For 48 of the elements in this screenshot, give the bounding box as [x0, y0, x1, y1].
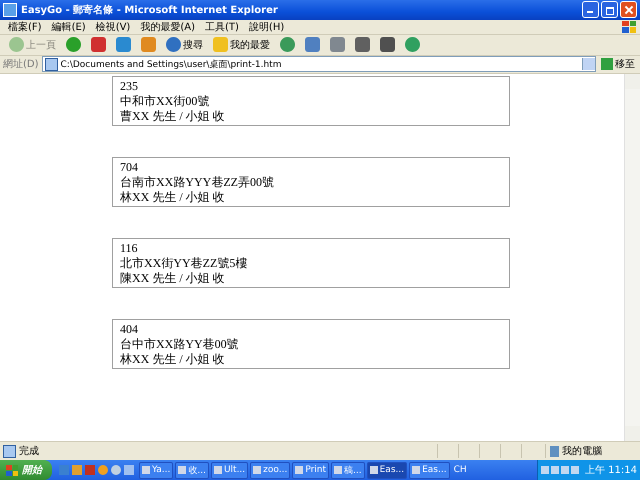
mail-button[interactable]: [302, 34, 323, 55]
taskbar-button[interactable]: Print: [292, 462, 330, 478]
taskbar-button[interactable]: Ya...: [139, 462, 174, 478]
menu-item[interactable]: 編輯(E): [52, 20, 86, 34]
go-button[interactable]: 移至: [599, 57, 637, 72]
window-title: EasyGo - 郵寄名條 - Microsoft Internet Explorer: [21, 3, 279, 17]
language-indicator[interactable]: CH: [452, 465, 469, 475]
menu-item[interactable]: 我的最愛(A): [140, 20, 195, 34]
home-button[interactable]: [138, 34, 159, 55]
taskbar-button[interactable]: Ult...: [210, 462, 248, 478]
discuss-button[interactable]: [377, 34, 398, 55]
address-text: 北市XX街YY巷ZZ號5樓: [120, 256, 248, 271]
address-label: 網址(D): [3, 58, 39, 72]
postal-code: 704: [120, 160, 138, 175]
scrollbar[interactable]: [624, 74, 640, 442]
menu-item[interactable]: 說明(H): [248, 20, 284, 34]
recipient-text: 曹XX 先生 / 小姐 收: [120, 108, 225, 124]
postal-code: 235: [120, 78, 138, 94]
taskbar-button[interactable]: zoo...: [250, 462, 290, 478]
menu-item[interactable]: 檢視(V): [96, 20, 130, 34]
search-button[interactable]: 搜尋: [163, 34, 206, 55]
postal-code: 116: [120, 240, 138, 256]
stop-button[interactable]: [88, 34, 109, 55]
address-field[interactable]: C:\Documents and Settings\user\桌面\print-1.htm: [42, 56, 596, 72]
print-button[interactable]: [327, 34, 348, 55]
recipient-text: 陳XX 先生 / 小姐 收: [120, 270, 225, 286]
menu-item[interactable]: 工具(T): [205, 20, 239, 34]
favorites-button[interactable]: 我的最愛: [210, 34, 273, 55]
address-text: 台中市XX路YY巷00號: [120, 336, 239, 352]
menu-item[interactable]: 檔案(F): [8, 20, 42, 34]
taskbar-button[interactable]: 收...: [175, 462, 209, 478]
edit-button[interactable]: [352, 34, 373, 55]
recipient-text: 林XX 先生 / 小姐 收: [120, 352, 225, 367]
address-text: 中和市XX街00號: [120, 94, 210, 109]
close-button[interactable]: [620, 1, 637, 18]
clock: 上午 11:14: [585, 464, 637, 477]
windows-logo-icon: [622, 20, 636, 33]
address-text: 台南市XX路YYY巷ZZ弄00號: [120, 174, 274, 190]
refresh-button[interactable]: [113, 34, 134, 55]
postal-code: 404: [120, 322, 138, 337]
status-text: 完成: [19, 444, 40, 458]
taskbar-button[interactable]: 稿...: [331, 462, 365, 478]
restore-button[interactable]: [601, 1, 618, 18]
zone-text: 我的電腦: [562, 444, 602, 458]
minimize-button[interactable]: [582, 1, 599, 18]
recipient-text: 林XX 先生 / 小姐 收: [120, 190, 225, 205]
taskbar-button[interactable]: Eas...: [409, 462, 450, 478]
taskbar-button[interactable]: Eas...: [366, 462, 408, 478]
